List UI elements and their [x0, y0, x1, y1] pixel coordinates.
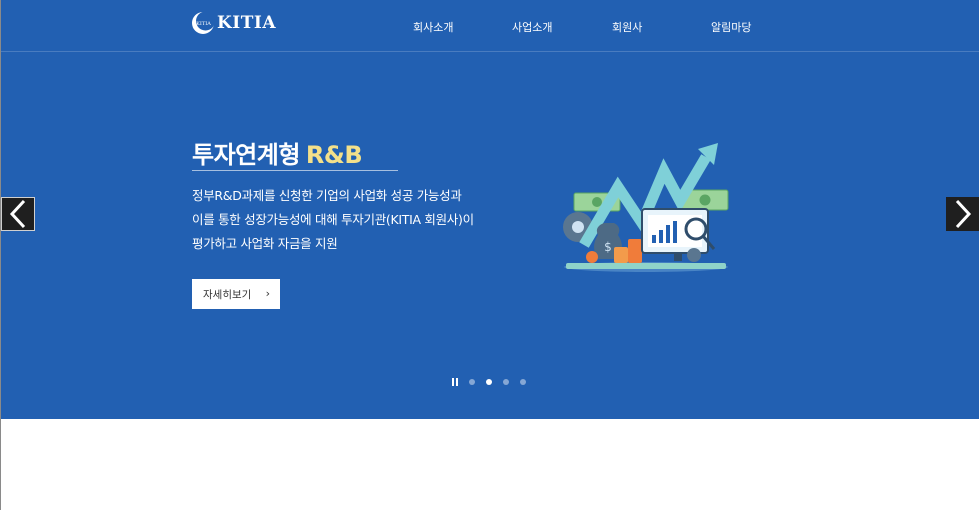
hero-banner: KITIA KITIA 회사소개 사업소개 회원사 알림마당 투자연계형 R&B …: [0, 0, 979, 419]
slide-dot-3[interactable]: [503, 379, 509, 385]
title-divider: [192, 170, 398, 171]
hero-description-line-3: 평가하고 사업화 자금을 지원: [192, 236, 338, 251]
pause-icon[interactable]: [452, 378, 458, 386]
main-nav: 회사소개 사업소개 회원사 알림마당: [0, 19, 979, 35]
slide-dot-1[interactable]: [469, 379, 475, 385]
hero-title: 투자연계형 R&B: [192, 135, 363, 170]
window-edge: [0, 0, 1, 510]
nav-item-company[interactable]: 회사소개: [413, 19, 453, 35]
nav-item-members[interactable]: 회원사: [612, 19, 642, 35]
next-slide-button[interactable]: [946, 197, 979, 231]
svg-text:$: $: [604, 240, 612, 254]
prev-slide-button[interactable]: [1, 197, 35, 231]
details-button[interactable]: 자세히보기 ›: [192, 279, 280, 309]
slide-dot-4[interactable]: [520, 379, 526, 385]
site-header: KITIA KITIA 회사소개 사업소개 회원사 알림마당: [0, 0, 979, 52]
nav-item-notice[interactable]: 알림마당: [711, 19, 751, 35]
chevron-left-icon: [9, 199, 26, 229]
details-button-label: 자세히보기: [203, 288, 252, 301]
slide-pager: [452, 377, 537, 387]
chevron-right-icon: [955, 199, 972, 229]
hero-title-accent: R&B: [305, 141, 363, 169]
hero-description-line-1: 정부R&D과제를 신청한 기업의 사업화 성공 가능성과: [192, 188, 462, 203]
investment-growth-illustration: $: [563, 143, 729, 272]
hero-title-main: 투자연계형: [192, 141, 300, 169]
nav-item-business[interactable]: 사업소개: [512, 19, 552, 35]
slide-dot-2[interactable]: [486, 379, 492, 385]
hero-description-line-2: 이를 통한 성장가능성에 대해 투자기관(KITIA 회원사)이: [192, 212, 474, 227]
chevron-right-icon: ›: [265, 287, 270, 300]
